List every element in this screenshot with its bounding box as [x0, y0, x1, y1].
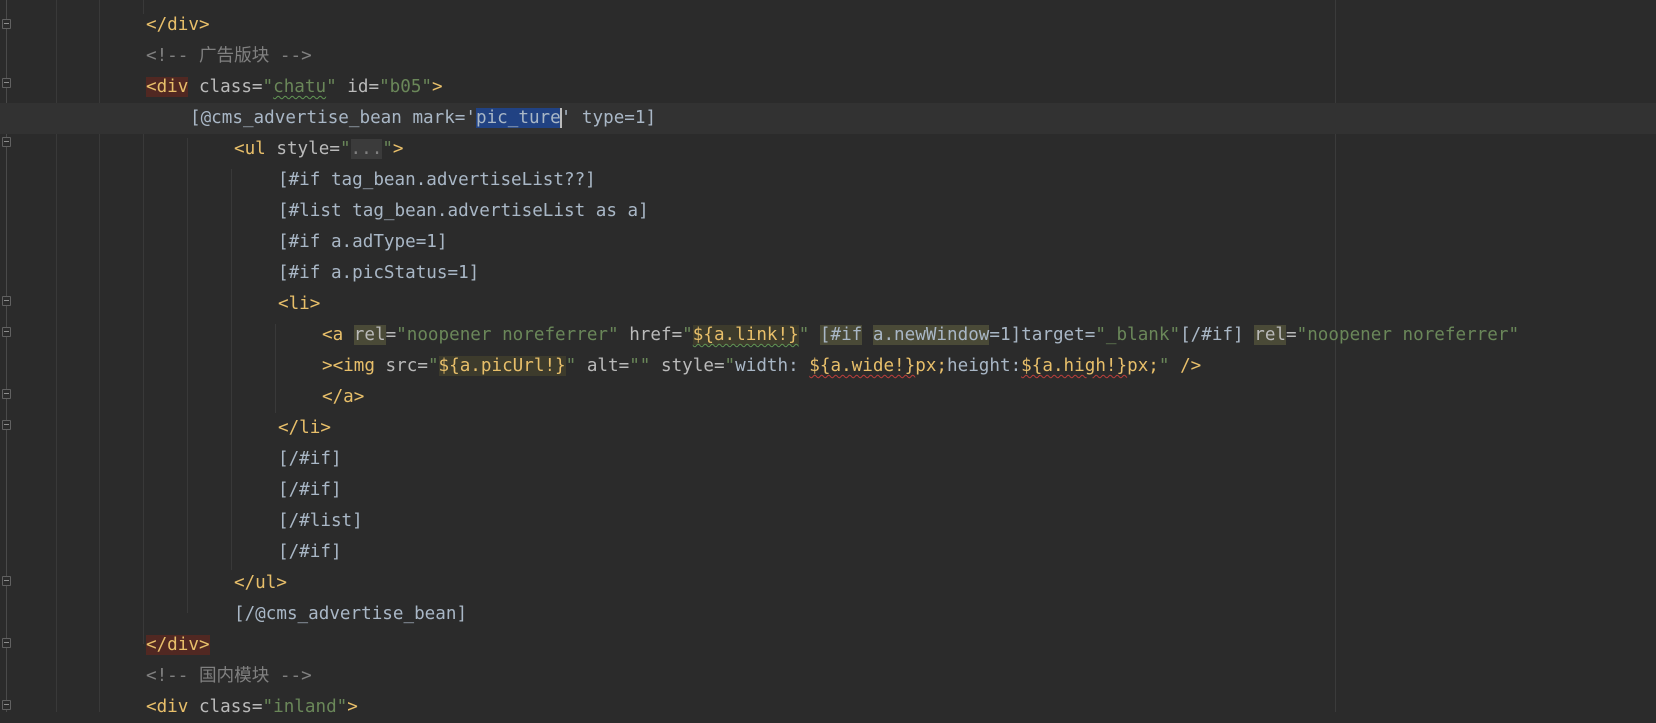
code-token: </div>: [146, 635, 210, 655]
code-token: <li>: [278, 294, 321, 314]
code-line[interactable]: <li>: [0, 289, 1656, 320]
code-token: </li>: [278, 418, 331, 438]
code-token: class=: [188, 77, 263, 97]
code-line[interactable]: [/#list]: [0, 506, 1656, 537]
code-line[interactable]: </li>: [0, 413, 1656, 444]
code-token: [/#if]: [278, 449, 342, 469]
code-token: "inland": [262, 697, 348, 717]
code-token: =1]target=: [989, 325, 1096, 345]
code-token: ": [427, 356, 439, 376]
code-token: style=: [650, 356, 725, 376]
code-token: id=: [336, 77, 380, 97]
code-token: ": [798, 325, 810, 345]
code-token: [#if a.picStatus=1]: [278, 263, 480, 283]
code-token: ><img: [322, 356, 375, 376]
code-selection: pic_ture: [476, 108, 561, 128]
code-line[interactable]: [/#if]: [0, 475, 1656, 506]
code-line[interactable]: </div>: [0, 10, 1656, 41]
code-token: ": [682, 325, 693, 345]
code-line[interactable]: <a rel="noopener noreferrer" href="${a.l…: [0, 320, 1656, 351]
code-token: ": [339, 139, 351, 159]
code-line[interactable]: </a>: [0, 382, 1656, 413]
code-token: rel: [353, 325, 386, 345]
code-token: [/#if]: [278, 542, 342, 562]
code-comment: <!-- 广告版块 -->: [146, 46, 312, 66]
code-token: ${a.wide!}: [809, 356, 916, 376]
code-line[interactable]: [/#if]: [0, 537, 1656, 568]
code-token: >: [392, 139, 404, 159]
code-token: <div: [146, 697, 189, 717]
code-token: <div: [146, 77, 189, 97]
code-token: ;: [1148, 356, 1159, 376]
code-token: />: [1169, 356, 1202, 376]
code-line[interactable]: [#if a.picStatus=1]: [0, 258, 1656, 289]
code-token: rel: [1254, 325, 1287, 345]
code-token: "": [629, 356, 651, 376]
code-token: ${a.link!}: [692, 325, 799, 345]
code-line[interactable]: <div class="chatu" id="b05">: [0, 72, 1656, 103]
code-token: "noopener noreferrer": [396, 325, 619, 345]
code-token: "_blank": [1095, 325, 1181, 345]
code-token: "noopener noreferrer": [1296, 325, 1520, 345]
code-token: href=: [618, 325, 683, 345]
code-line[interactable]: </div>: [0, 630, 1656, 661]
code-line[interactable]: </ul>: [0, 568, 1656, 599]
code-token: chatu: [273, 77, 327, 97]
code-token: =: [385, 325, 397, 345]
code-line[interactable]: <ul style="...">: [0, 134, 1656, 165]
code-token: [/@cms_advertise_bean]: [234, 604, 468, 624]
code-token: ": [565, 356, 577, 376]
code-token: ": [1158, 356, 1170, 376]
code-token: a.newWindow: [872, 325, 990, 345]
code-token: src=: [374, 356, 428, 376]
code-line[interactable]: ><img src="${a.picUrl!}" alt="" style="w…: [0, 351, 1656, 382]
code-token: style=: [265, 139, 340, 159]
code-line[interactable]: <!-- 广告版块 -->: [0, 41, 1656, 72]
code-token: ' type=1]: [560, 108, 657, 128]
code-token: ": [724, 356, 736, 376]
code-line[interactable]: [#if a.adType=1]: [0, 227, 1656, 258]
code-token: "b05": [379, 77, 433, 97]
code-token: width:: [735, 356, 810, 376]
code-token: </ul>: [234, 573, 287, 593]
code-line-current[interactable]: [@cms_advertise_bean mark='pic_ture' typ…: [0, 103, 1656, 134]
code-token: alt=: [576, 356, 630, 376]
code-token: ": [262, 77, 274, 97]
code-token: [@cms_advertise_bean mark=': [190, 108, 476, 128]
code-line[interactable]: <!-- 国内模块 -->: [0, 661, 1656, 692]
code-line[interactable]: [/@cms_advertise_bean]: [0, 599, 1656, 630]
code-token: >: [432, 77, 443, 97]
code-token: [#if: [819, 325, 863, 345]
code-token: ${a.high!}: [1021, 356, 1128, 376]
code-token: ;: [936, 356, 948, 376]
code-token: class=: [188, 697, 263, 717]
code-token: ${a.picUrl!}: [438, 356, 566, 376]
code-token: [/#list]: [278, 511, 363, 531]
code-token: px: [1127, 356, 1149, 376]
code-token: [#list tag_bean.advertiseList as a]: [278, 201, 649, 221]
code-token: ": [382, 139, 393, 159]
code-token: <a: [322, 325, 354, 345]
code-token: [#if a.adType=1]: [278, 232, 448, 252]
code-token: >: [347, 697, 358, 717]
code-token: </a>: [322, 387, 365, 407]
code-token: [/#if]: [1180, 325, 1255, 345]
code-token: ": [326, 77, 337, 97]
code-comment: <!-- 国内模块 -->: [146, 666, 312, 686]
code-token: <ul: [234, 139, 266, 159]
code-line[interactable]: [#list tag_bean.advertiseList as a]: [0, 196, 1656, 227]
code-line[interactable]: [#if tag_bean.advertiseList??]: [0, 165, 1656, 196]
folded-text-placeholder[interactable]: ...: [350, 139, 383, 159]
code-token: height:: [947, 356, 1022, 376]
code-token: [#if tag_bean.advertiseList??]: [278, 170, 596, 190]
code-token: [/#if]: [278, 480, 342, 500]
code-token: px: [915, 356, 937, 376]
code-token: </div>: [146, 15, 210, 35]
code-line[interactable]: [/#if]: [0, 444, 1656, 475]
code-token: =: [1286, 325, 1297, 345]
code-line[interactable]: <div class="inland">: [0, 692, 1656, 723]
